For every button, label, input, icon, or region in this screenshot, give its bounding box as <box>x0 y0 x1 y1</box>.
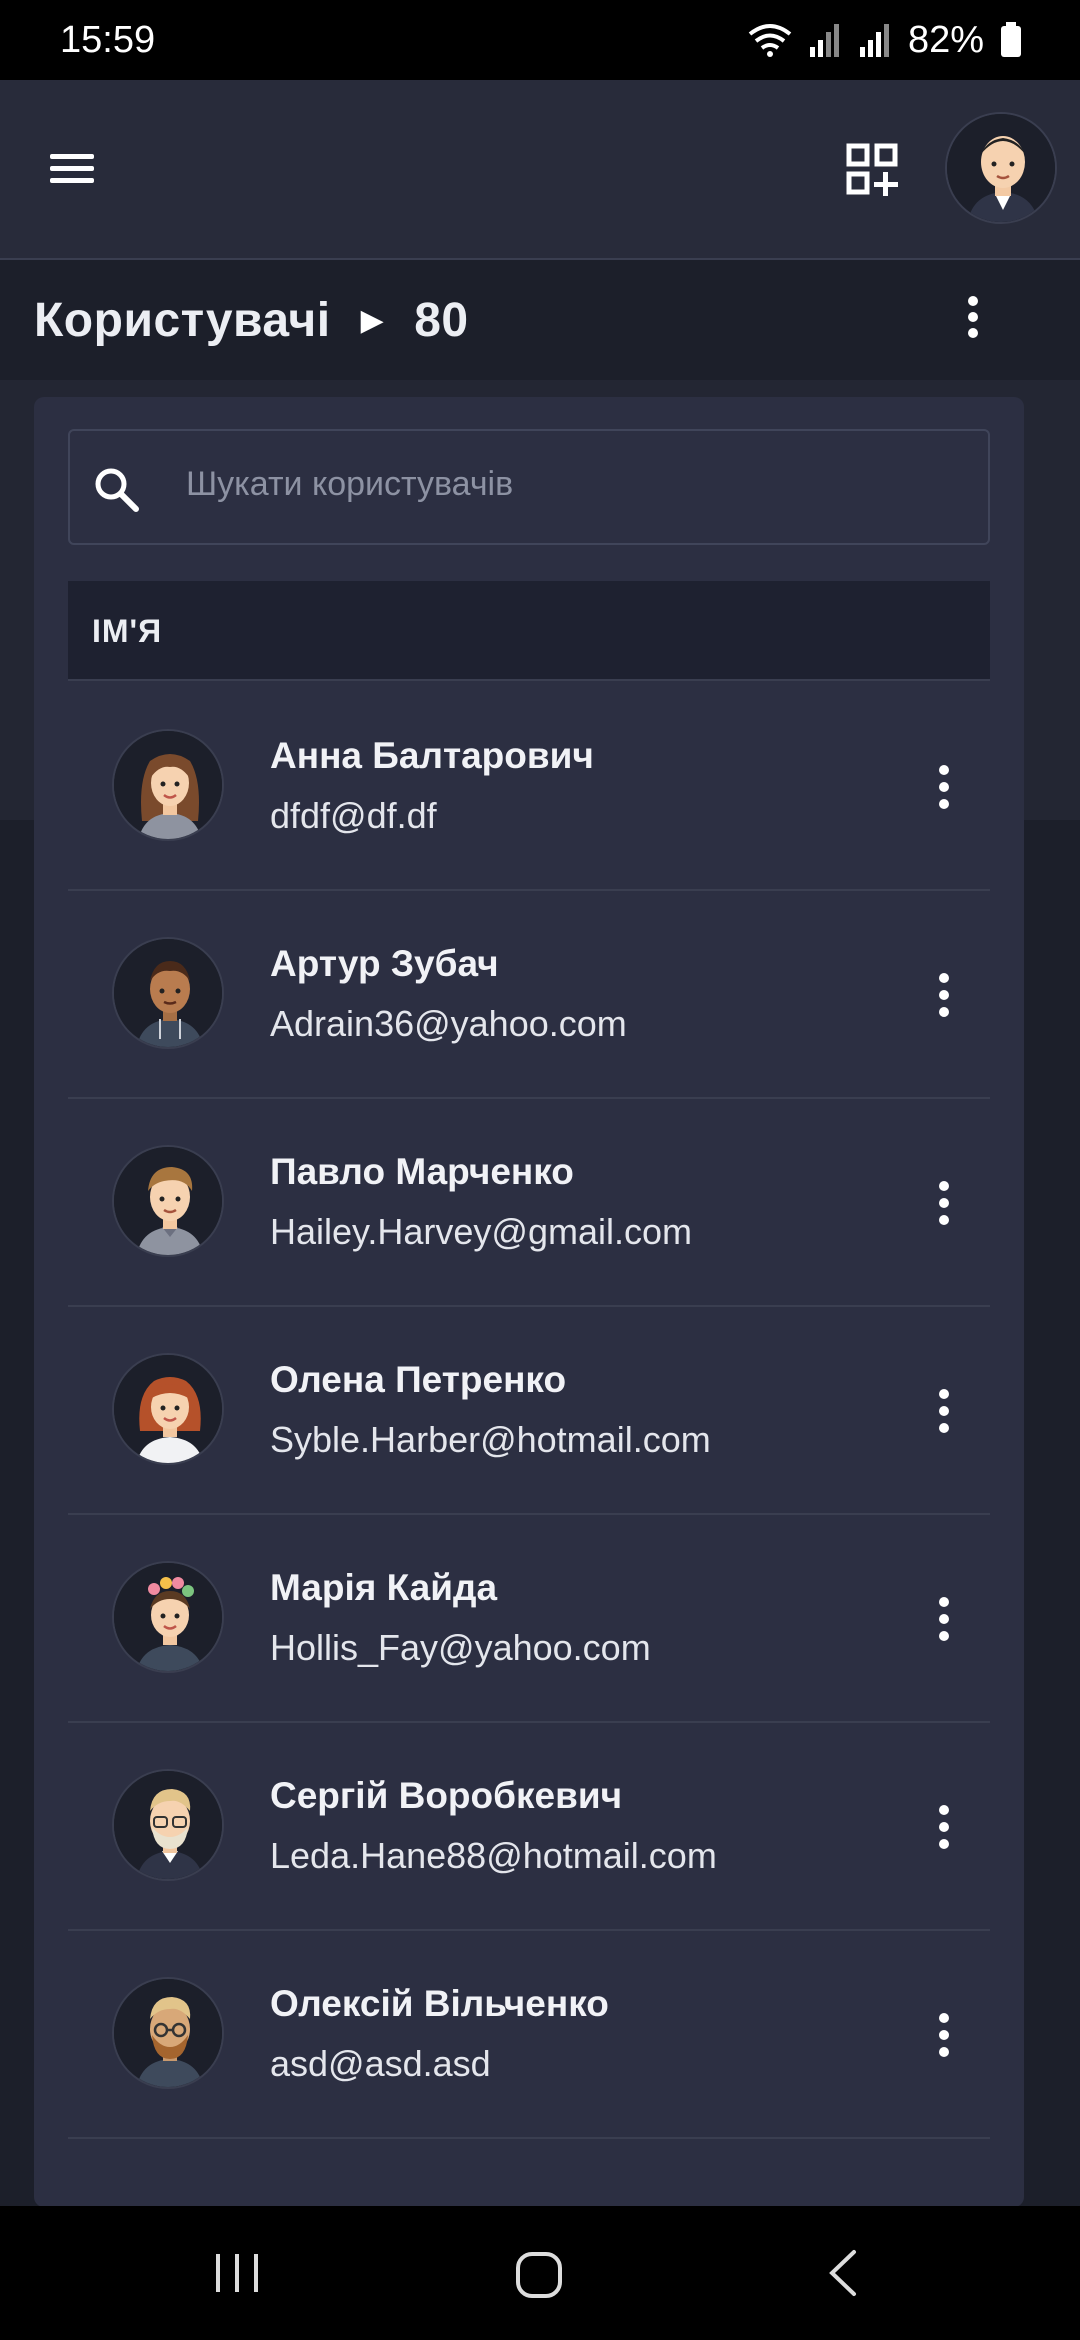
male-avatar-icon <box>114 1771 222 1879</box>
avatar <box>112 729 224 841</box>
avatar <box>112 1353 224 1465</box>
home-icon[interactable] <box>514 2250 564 2300</box>
app-bar <box>0 80 1080 260</box>
breadcrumb: Користувачі ▶ 80 <box>34 290 469 350</box>
more-vertical-icon[interactable] <box>922 1179 966 1227</box>
male-avatar-icon <box>114 1979 222 2087</box>
male-avatar-icon <box>114 1147 222 1255</box>
table-row[interactable]: Анна Балтарович dfdf@df.df <box>68 683 990 891</box>
table-row[interactable]: Олена Петренко Syble.Harber@hotmail.com <box>68 1307 990 1515</box>
female-avatar-icon <box>114 1563 222 1671</box>
chevron-right-icon: ▶ <box>360 303 385 337</box>
users-card: Шукати користувачів ІМ'Я Анна Балтарович… <box>34 397 1024 2207</box>
female-avatar-icon <box>114 731 222 839</box>
more-vertical-icon[interactable] <box>950 294 996 340</box>
female-avatar-icon <box>114 1355 222 1463</box>
system-nav-bar <box>0 2206 1080 2340</box>
user-email: dfdf@df.df <box>270 795 437 836</box>
user-name: Сергій Воробкевич <box>270 1775 623 1816</box>
male-avatar-icon <box>114 939 222 1047</box>
user-email: Hollis_Fay@yahoo.com <box>270 1627 651 1668</box>
page-header: Користувачі ▶ 80 <box>0 260 1080 380</box>
status-bar: 15:59 82% <box>0 0 1080 80</box>
column-header-name[interactable]: ІМ'Я <box>68 581 990 681</box>
more-vertical-icon[interactable] <box>922 971 966 1019</box>
signal-2-icon <box>859 24 889 57</box>
avatar <box>112 1145 224 1257</box>
avatar <box>112 1561 224 1673</box>
user-email: Syble.Harber@hotmail.com <box>270 1419 711 1460</box>
table-row[interactable]: Марія Кайда Hollis_Fay@yahoo.com <box>68 1515 990 1723</box>
user-name: Марія Кайда <box>270 1567 498 1608</box>
search-placeholder: Шукати користувачів <box>186 465 514 503</box>
profile-avatar[interactable] <box>945 112 1057 224</box>
more-vertical-icon[interactable] <box>922 1387 966 1435</box>
table-row[interactable]: Сергій Воробкевич Leda.Hane88@hotmail.co… <box>68 1723 990 1931</box>
battery-icon <box>1001 22 1021 57</box>
user-name: Анна Балтарович <box>270 735 594 776</box>
avatar <box>112 1977 224 2089</box>
battery-percent: 82% <box>907 18 984 61</box>
signal-icon <box>809 24 839 57</box>
more-vertical-icon[interactable] <box>922 763 966 811</box>
profile-avatar-image <box>947 114 1055 222</box>
column-header-label: ІМ'Я <box>92 613 163 649</box>
user-name: Олена Петренко <box>270 1359 567 1400</box>
user-email: asd@asd.asd <box>270 2043 491 2084</box>
page-title: Користувачі <box>34 293 331 347</box>
table-row[interactable]: Артур Зубач Adrain36@yahoo.com <box>68 891 990 1099</box>
user-email: Adrain36@yahoo.com <box>270 1003 627 1044</box>
more-vertical-icon[interactable] <box>922 1803 966 1851</box>
back-icon[interactable] <box>824 2248 860 2298</box>
user-email: Leda.Hane88@hotmail.com <box>270 1835 717 1876</box>
user-name: Олексій Вільченко <box>270 1983 609 2024</box>
search-icon <box>95 468 139 512</box>
user-name: Павло Марченко <box>270 1151 574 1192</box>
avatar <box>112 937 224 1049</box>
table-row[interactable]: Павло Марченко Hailey.Harvey@gmail.com <box>68 1099 990 1307</box>
table-row[interactable]: Олексій Вільченко asd@asd.asd <box>68 1931 990 2139</box>
status-time: 15:59 <box>60 18 156 61</box>
recents-icon[interactable] <box>212 2250 262 2296</box>
user-email: Hailey.Harvey@gmail.com <box>270 1211 692 1252</box>
status-icons: 82% <box>748 19 1022 62</box>
user-name: Артур Зубач <box>270 943 499 984</box>
more-vertical-icon[interactable] <box>922 1595 966 1643</box>
wifi-icon <box>748 24 792 57</box>
qr-add-icon[interactable] <box>845 142 901 198</box>
more-vertical-icon[interactable] <box>922 2011 966 2059</box>
user-count: 80 <box>414 293 469 347</box>
search-input[interactable]: Шукати користувачів <box>68 429 990 545</box>
hamburger-icon[interactable] <box>48 142 100 194</box>
avatar <box>112 1769 224 1881</box>
